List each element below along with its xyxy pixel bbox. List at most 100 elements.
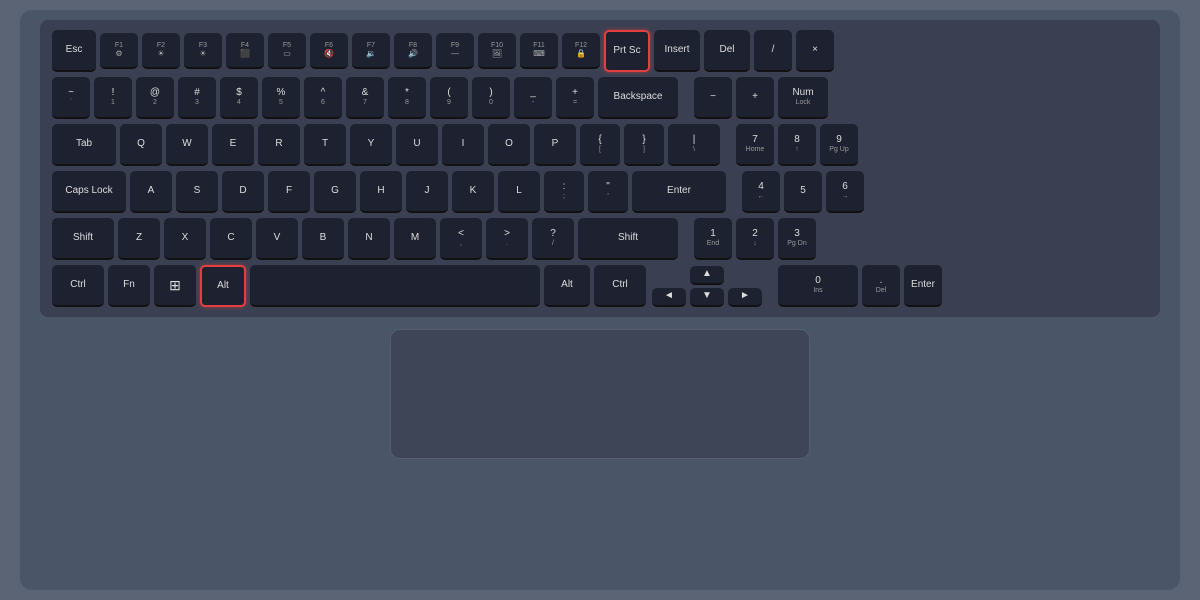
key-fwdslash[interactable]: ?/ xyxy=(532,218,574,260)
key-arrow-left[interactable]: ◄ xyxy=(652,288,686,307)
key-fn[interactable]: Fn xyxy=(108,265,150,307)
key-p[interactable]: P xyxy=(534,124,576,166)
key-arrow-up[interactable]: ▲ xyxy=(690,266,724,285)
key-f5[interactable]: F5▭ xyxy=(268,33,306,69)
key-alt-right[interactable]: Alt xyxy=(544,265,590,307)
key-f1[interactable]: F1⚙ xyxy=(100,33,138,69)
key-k[interactable]: K xyxy=(452,171,494,213)
key-numenter[interactable]: Enter xyxy=(904,265,942,307)
key-equals[interactable]: += xyxy=(556,77,594,119)
key-3[interactable]: #3 xyxy=(178,77,216,119)
key-9[interactable]: (9 xyxy=(430,77,468,119)
key-2[interactable]: @2 xyxy=(136,77,174,119)
key-m[interactable]: M xyxy=(394,218,436,260)
key-e[interactable]: E xyxy=(212,124,254,166)
key-backspace[interactable]: Backspace xyxy=(598,77,678,119)
key-a[interactable]: A xyxy=(130,171,172,213)
key-y[interactable]: Y xyxy=(350,124,392,166)
key-q[interactable]: Q xyxy=(120,124,162,166)
key-num6[interactable]: 6→ xyxy=(826,171,864,213)
key-arrow-right[interactable]: ► xyxy=(728,288,762,307)
key-7[interactable]: &7 xyxy=(346,77,384,119)
key-space[interactable] xyxy=(250,265,540,307)
key-rbracket[interactable]: }] xyxy=(624,124,664,166)
key-minus[interactable]: _- xyxy=(514,77,552,119)
key-d[interactable]: D xyxy=(222,171,264,213)
key-g[interactable]: G xyxy=(314,171,356,213)
key-insert[interactable]: Insert xyxy=(654,30,700,72)
key-b[interactable]: B xyxy=(302,218,344,260)
key-shift-left[interactable]: Shift xyxy=(52,218,114,260)
key-num8[interactable]: 8↑ xyxy=(778,124,816,166)
key-l[interactable]: L xyxy=(498,171,540,213)
key-8[interactable]: *8 xyxy=(388,77,426,119)
key-f2[interactable]: F2☀ xyxy=(142,33,180,69)
key-ctrl-left[interactable]: Ctrl xyxy=(52,265,104,307)
key-f12[interactable]: F12🔒 xyxy=(562,33,600,69)
key-slash-nav[interactable]: / xyxy=(754,30,792,72)
key-num-plus[interactable]: + xyxy=(736,77,774,119)
key-semicolon[interactable]: :; xyxy=(544,171,584,213)
key-u[interactable]: U xyxy=(396,124,438,166)
key-numlock[interactable]: NumLock xyxy=(778,77,828,119)
key-j[interactable]: J xyxy=(406,171,448,213)
key-num4[interactable]: 4← xyxy=(742,171,780,213)
key-numdot[interactable]: .Del xyxy=(862,265,900,307)
key-5[interactable]: %5 xyxy=(262,77,300,119)
key-num3[interactable]: 3Pg Dn xyxy=(778,218,816,260)
key-f6[interactable]: F6🔇 xyxy=(310,33,348,69)
key-lbracket[interactable]: {[ xyxy=(580,124,620,166)
key-v[interactable]: V xyxy=(256,218,298,260)
key-esc[interactable]: Esc xyxy=(52,30,96,72)
row-fkeys: Esc F1⚙ F2☀ F3☀ F4⬛ F5▭ F6🔇 F7🔉 F8🔊 F9— … xyxy=(52,30,1148,72)
key-shift-right[interactable]: Shift xyxy=(578,218,678,260)
key-comma[interactable]: <, xyxy=(440,218,482,260)
key-f8[interactable]: F8🔊 xyxy=(394,33,432,69)
key-prtsc[interactable]: Prt Sc xyxy=(604,30,650,72)
key-quote[interactable]: "' xyxy=(588,171,628,213)
key-1[interactable]: !1 xyxy=(94,77,132,119)
key-tab[interactable]: Tab xyxy=(52,124,116,166)
key-alt-left[interactable]: Alt xyxy=(200,265,246,307)
key-f7[interactable]: F7🔉 xyxy=(352,33,390,69)
key-x[interactable]: X xyxy=(164,218,206,260)
key-c[interactable]: C xyxy=(210,218,252,260)
key-num1[interactable]: 1End xyxy=(694,218,732,260)
key-num0[interactable]: 0Ins xyxy=(778,265,858,307)
key-num-minus[interactable]: − xyxy=(694,77,732,119)
key-6[interactable]: ^6 xyxy=(304,77,342,119)
key-o[interactable]: O xyxy=(488,124,530,166)
key-tilde[interactable]: ~` xyxy=(52,77,90,119)
keyboard: Esc F1⚙ F2☀ F3☀ F4⬛ F5▭ F6🔇 F7🔉 F8🔊 F9— … xyxy=(40,20,1160,317)
key-f[interactable]: F xyxy=(268,171,310,213)
key-f9[interactable]: F9— xyxy=(436,33,474,69)
key-f11[interactable]: F11⌨ xyxy=(520,33,558,69)
key-t[interactable]: T xyxy=(304,124,346,166)
key-num7[interactable]: 7Home xyxy=(736,124,774,166)
trackpad[interactable] xyxy=(390,329,810,459)
key-0[interactable]: )0 xyxy=(472,77,510,119)
key-w[interactable]: W xyxy=(166,124,208,166)
key-period[interactable]: >. xyxy=(486,218,528,260)
key-arrow-down[interactable]: ▼ xyxy=(690,288,724,307)
key-del-top[interactable]: Del xyxy=(704,30,750,72)
key-i[interactable]: I xyxy=(442,124,484,166)
key-4[interactable]: $4 xyxy=(220,77,258,119)
key-times-nav[interactable]: × xyxy=(796,30,834,72)
key-num2[interactable]: 2↓ xyxy=(736,218,774,260)
key-num5[interactable]: 5 xyxy=(784,171,822,213)
key-num9[interactable]: 9Pg Up xyxy=(820,124,858,166)
key-f10[interactable]: F10🖼 xyxy=(478,33,516,69)
key-z[interactable]: Z xyxy=(118,218,160,260)
key-windows[interactable]: ⊞ xyxy=(154,265,196,307)
key-f3[interactable]: F3☀ xyxy=(184,33,222,69)
key-enter[interactable]: Enter xyxy=(632,171,726,213)
key-r[interactable]: R xyxy=(258,124,300,166)
key-f4[interactable]: F4⬛ xyxy=(226,33,264,69)
key-h[interactable]: H xyxy=(360,171,402,213)
key-ctrl-right[interactable]: Ctrl xyxy=(594,265,646,307)
key-n[interactable]: N xyxy=(348,218,390,260)
key-s[interactable]: S xyxy=(176,171,218,213)
key-capslock[interactable]: Caps Lock xyxy=(52,171,126,213)
key-backslash[interactable]: |\ xyxy=(668,124,720,166)
